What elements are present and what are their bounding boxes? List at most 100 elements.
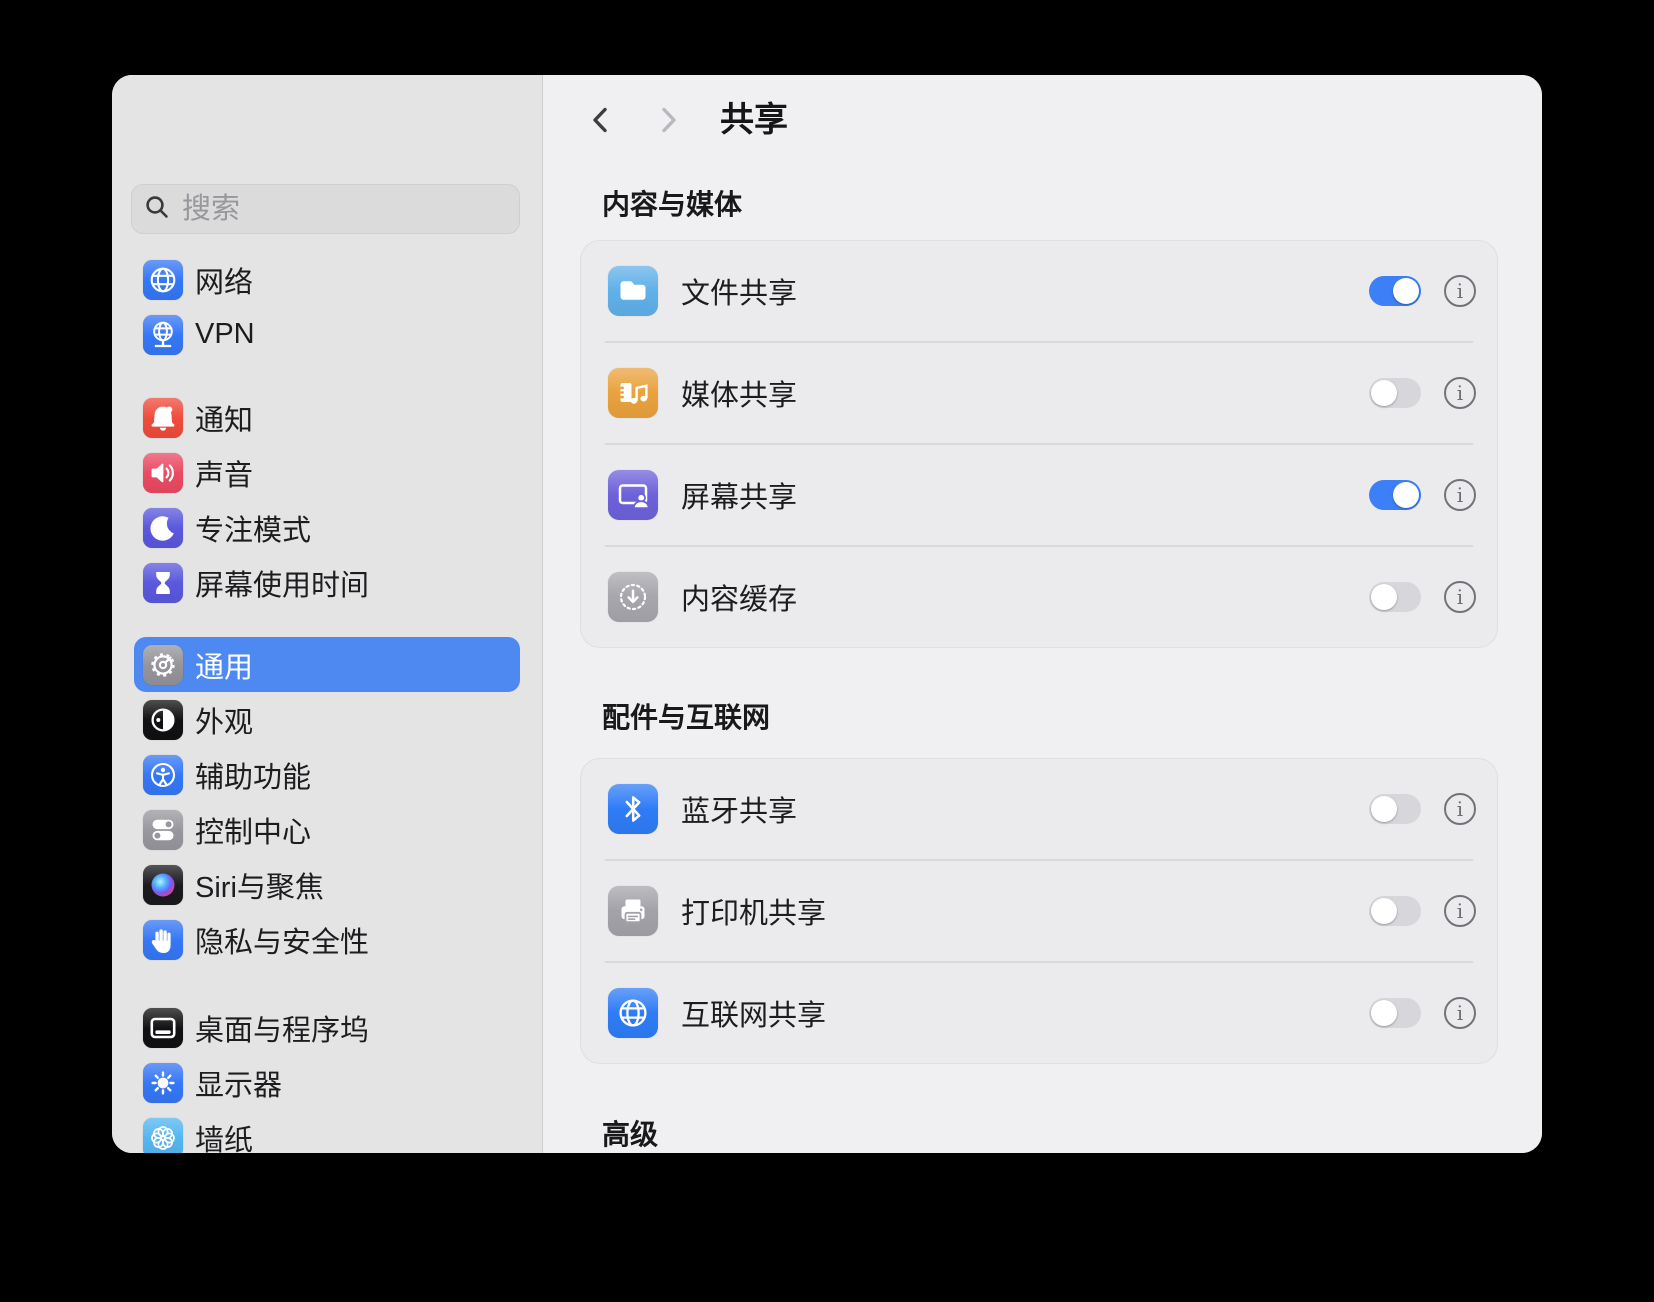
sidebar-item-label: 网络 — [195, 259, 253, 301]
section-header: 内容与媒体 — [602, 191, 742, 219]
system-settings-window: 网络 VPN — [112, 75, 1542, 1153]
sidebar-item-appearance[interactable]: 外观 — [134, 692, 520, 747]
section-header: 高级 — [602, 1121, 658, 1149]
sidebar-item-accessibility[interactable]: 辅助功能 — [134, 747, 520, 802]
content-caching-icon — [608, 572, 658, 622]
sidebar-item-notifications[interactable]: 通知 — [134, 390, 520, 445]
sidebar-item-label: 控制中心 — [195, 809, 311, 851]
sidebar-item-label: Siri与聚焦 — [195, 864, 324, 906]
sidebar-item-label: 声音 — [195, 452, 253, 494]
section-header: 配件与互联网 — [602, 704, 770, 732]
moon-icon — [143, 508, 183, 548]
wallpaper-icon — [143, 1118, 183, 1154]
folder-icon — [608, 266, 658, 316]
info-icon: i — [1457, 1003, 1463, 1023]
sidebar-item-label: 通用 — [195, 644, 253, 686]
network-icon — [143, 260, 183, 300]
bell-icon — [143, 398, 183, 438]
settings-row-label: 媒体共享 — [681, 372, 797, 414]
printer-sharing-toggle[interactable] — [1369, 896, 1421, 926]
page-title: 共享 — [720, 101, 788, 139]
sidebar-item-sound[interactable]: 声音 — [134, 445, 520, 500]
row-internet-sharing: 互联网共享 i — [581, 963, 1497, 1063]
info-button[interactable]: i — [1444, 997, 1476, 1029]
control-center-icon — [143, 810, 183, 850]
sharing-pane: 共享 内容与媒体 文件共享 i — [543, 75, 1542, 1153]
file-sharing-toggle[interactable] — [1369, 276, 1421, 306]
sidebar-item-label: 通知 — [195, 397, 253, 439]
back-button[interactable] — [585, 105, 615, 135]
search-field[interactable] — [131, 184, 520, 234]
info-icon: i — [1457, 587, 1463, 607]
internet-sharing-toggle[interactable] — [1369, 998, 1421, 1028]
siri-icon — [143, 865, 183, 905]
row-file-sharing: 文件共享 i — [581, 241, 1497, 341]
sidebar-item-focus[interactable]: 专注模式 — [134, 500, 520, 555]
sidebar-item-vpn[interactable]: VPN — [134, 307, 520, 362]
printer-icon — [608, 886, 658, 936]
info-button[interactable]: i — [1444, 377, 1476, 409]
content-media-group: 文件共享 i — [580, 240, 1498, 648]
sidebar-item-label: 专注模式 — [195, 507, 311, 549]
row-bluetooth-sharing: 蓝牙共享 i — [581, 759, 1497, 859]
sidebar-item-label: 桌面与程序坞 — [195, 1007, 369, 1049]
accessories-internet-group: 蓝牙共享 i 打 — [580, 758, 1498, 1064]
info-icon: i — [1457, 485, 1463, 505]
forward-button[interactable] — [654, 105, 684, 135]
sun-icon — [143, 1063, 183, 1103]
sidebar-item-label: 显示器 — [195, 1062, 282, 1104]
search-icon — [144, 194, 170, 225]
hand-icon — [143, 920, 183, 960]
info-button[interactable]: i — [1444, 479, 1476, 511]
settings-row-label: 打印机共享 — [681, 890, 826, 932]
desktop-dock-icon — [143, 1008, 183, 1048]
info-button[interactable]: i — [1444, 895, 1476, 927]
info-icon: i — [1457, 799, 1463, 819]
accessibility-icon — [143, 755, 183, 795]
globe-icon — [608, 988, 658, 1038]
hourglass-icon — [143, 563, 183, 603]
vpn-icon — [143, 315, 183, 355]
appearance-icon — [143, 700, 183, 740]
sidebar-item-screen-time[interactable]: 屏幕使用时间 — [134, 555, 520, 610]
sidebar-item-privacy-security[interactable]: 隐私与安全性 — [134, 912, 520, 967]
bluetooth-icon — [608, 784, 658, 834]
content-caching-toggle[interactable] — [1369, 582, 1421, 612]
sidebar-item-label: 隐私与安全性 — [195, 919, 369, 961]
sidebar-item-desktop-dock[interactable]: 桌面与程序坞 — [134, 1000, 520, 1055]
sidebar-item-label: 屏幕使用时间 — [195, 562, 369, 604]
sidebar-item-displays[interactable]: 显示器 — [134, 1055, 520, 1110]
settings-row-label: 屏幕共享 — [681, 474, 797, 516]
info-button[interactable]: i — [1444, 581, 1476, 613]
sidebar-item-label: 墙纸 — [195, 1117, 253, 1154]
sidebar-item-control-center[interactable]: 控制中心 — [134, 802, 520, 857]
screen-sharing-toggle[interactable] — [1369, 480, 1421, 510]
sidebar-item-label: 辅助功能 — [195, 754, 311, 796]
settings-row-label: 互联网共享 — [681, 992, 826, 1034]
settings-row-label: 文件共享 — [681, 270, 797, 312]
sidebar-item-general[interactable]: 通用 — [134, 637, 520, 692]
info-button[interactable]: i — [1444, 793, 1476, 825]
row-content-caching: 内容缓存 i — [581, 547, 1497, 647]
gear-icon — [143, 645, 183, 685]
sound-icon — [143, 453, 183, 493]
sidebar-item-wallpaper[interactable]: 墙纸 — [134, 1110, 520, 1153]
sidebar-nav: 网络 VPN — [112, 252, 542, 1153]
bluetooth-sharing-toggle[interactable] — [1369, 794, 1421, 824]
info-button[interactable]: i — [1444, 275, 1476, 307]
row-printer-sharing: 打印机共享 i — [581, 861, 1497, 961]
media-icon — [608, 368, 658, 418]
screen-sharing-icon — [608, 470, 658, 520]
row-screen-sharing: 屏幕共享 i — [581, 445, 1497, 545]
media-sharing-toggle[interactable] — [1369, 378, 1421, 408]
sidebar-item-siri-spotlight[interactable]: Siri与聚焦 — [134, 857, 520, 912]
info-icon: i — [1457, 383, 1463, 403]
search-input[interactable] — [182, 193, 482, 226]
sidebar-item-network[interactable]: 网络 — [134, 252, 520, 307]
sidebar-item-label: 外观 — [195, 699, 253, 741]
screen: 网络 VPN — [0, 0, 1654, 1302]
settings-row-label: 蓝牙共享 — [681, 788, 797, 830]
info-icon: i — [1457, 901, 1463, 921]
row-media-sharing: 媒体共享 i — [581, 343, 1497, 443]
settings-row-label: 内容缓存 — [681, 576, 797, 618]
